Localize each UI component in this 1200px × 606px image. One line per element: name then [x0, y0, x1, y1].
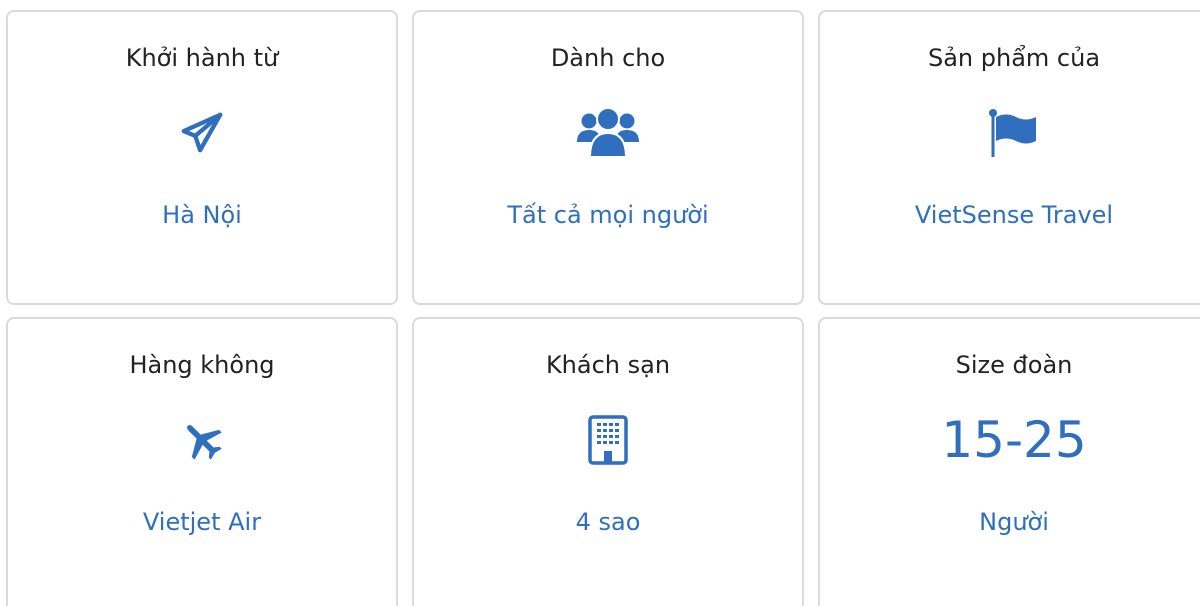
card-title: Hàng không [129, 351, 275, 379]
card-title: Size đoàn [955, 351, 1073, 379]
tour-info-grid: Khởi hành từ Hà Nội Dành cho Tất cả mọi … [0, 0, 1200, 606]
card-audience: Dành cho Tất cả mọi người [412, 10, 804, 305]
card-title: Sản phẩm của [927, 44, 1101, 72]
card-title: Khách sạn [545, 351, 671, 379]
flag-icon [820, 104, 1200, 162]
card-value[interactable]: Vietjet Air [8, 506, 396, 538]
group-size-value: 15-25 [941, 411, 1087, 469]
airplane-icon [8, 411, 396, 469]
card-value[interactable]: Người [820, 506, 1200, 538]
card-value[interactable]: Tất cả mọi người [414, 199, 802, 231]
card-airline: Hàng không Vietjet Air [6, 317, 398, 606]
card-group-size: Size đoàn 15-25 Người [818, 317, 1200, 606]
card-value[interactable]: 4 sao [414, 506, 802, 538]
group-size-number: 15-25 [820, 411, 1200, 469]
paper-plane-icon [8, 104, 396, 162]
card-departure: Khởi hành từ Hà Nội [6, 10, 398, 305]
building-icon [414, 411, 802, 469]
card-value[interactable]: VietSense Travel [820, 199, 1200, 231]
card-provider: Sản phẩm của VietSense Travel [818, 10, 1200, 305]
users-group-icon [414, 104, 802, 162]
card-title: Dành cho [550, 44, 666, 72]
card-value[interactable]: Hà Nội [8, 199, 396, 231]
card-hotel: Khách sạn 4 sao [412, 317, 804, 606]
card-title: Khởi hành từ [125, 44, 279, 72]
